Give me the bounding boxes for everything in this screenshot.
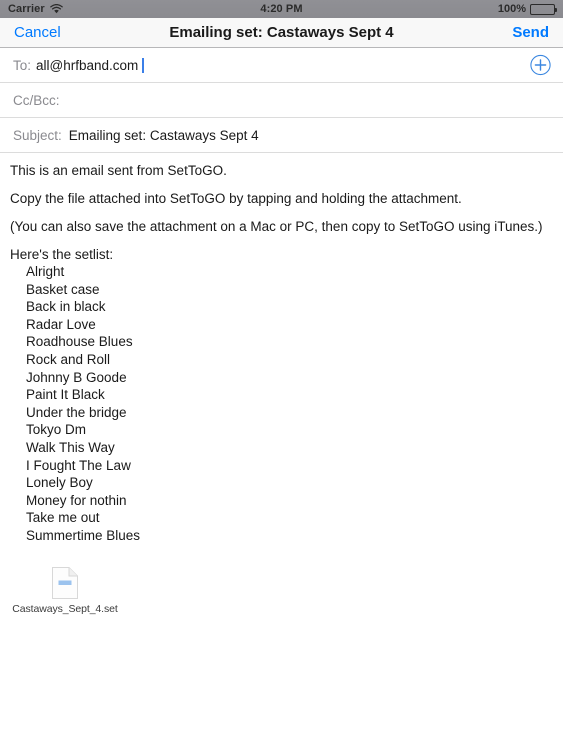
list-item: Rock and Roll [26,351,111,367]
list-item: Under the bridge [26,404,127,420]
attachment-item[interactable]: Castaways_Sept_4.set [10,566,120,615]
to-input[interactable]: all@hrfband.com [36,58,138,73]
status-bar-right: 100% [497,3,557,15]
send-button[interactable]: Send [512,24,549,41]
to-field-row[interactable]: To: all@hrfband.com [0,48,563,83]
body-paragraph: Copy the file attached into SetToGO by t… [10,191,462,206]
subject-label: Subject: [13,127,62,143]
list-item: Tokyo Dm [26,422,87,438]
list-item: Lonely Boy [26,475,93,491]
text-cursor [142,57,144,73]
list-item: Alright [26,264,65,279]
body-paragraph: This is an email sent from SetToGO. [10,163,227,178]
list-item: Roadhouse Blues [26,334,133,350]
setlist-heading: Here's the setlist: [10,247,114,262]
compose-header-fields: To: all@hrfband.com Cc/Bcc: Subject: Ema… [0,48,563,153]
cancel-button[interactable]: Cancel [14,24,61,41]
attachment-filename: Castaways_Sept_4.set [12,602,118,615]
body-paragraph: (You can also save the attachment on a M… [10,219,543,234]
navigation-bar: Cancel Emailing set: Castaways Sept 4 Se… [0,18,563,48]
battery-full-icon [530,3,557,15]
list-item: Summertime Blues [26,527,141,543]
setlist-song-list: Alright Basket case Back in black Radar … [10,263,553,545]
cc-bcc-field-row[interactable]: Cc/Bcc: [0,83,563,118]
battery-percent-label: 100% [497,3,526,15]
list-item: Johnny B Goode [26,369,127,385]
subject-input[interactable]: Emailing set: Castaways Sept 4 [69,128,259,143]
subject-field-row[interactable]: Subject: Emailing set: Castaways Sept 4 [0,118,563,153]
list-item: I Fought The Law [26,457,131,473]
status-bar-time: 4:20 PM [260,3,303,15]
list-item: Take me out [26,510,100,526]
mail-compose-screen: Carrier 4:20 PM 100% Cancel Emailing set… [0,0,563,750]
list-item: Back in black [26,299,106,315]
list-item: Basket case [26,281,100,297]
cc-bcc-label: Cc/Bcc: [13,92,60,108]
list-item: Money for nothin [26,492,127,508]
add-contact-icon[interactable] [530,54,551,76]
page-title: Emailing set: Castaways Sept 4 [169,24,394,41]
status-bar: Carrier 4:20 PM 100% [0,0,563,18]
list-item: Radar Love [26,316,96,332]
message-body[interactable]: This is an email sent from SetToGO. Copy… [0,153,563,750]
list-item: Walk This Way [26,439,115,455]
to-label: To: [13,57,32,73]
list-item: Paint It Black [26,387,105,403]
document-file-icon [10,566,120,599]
